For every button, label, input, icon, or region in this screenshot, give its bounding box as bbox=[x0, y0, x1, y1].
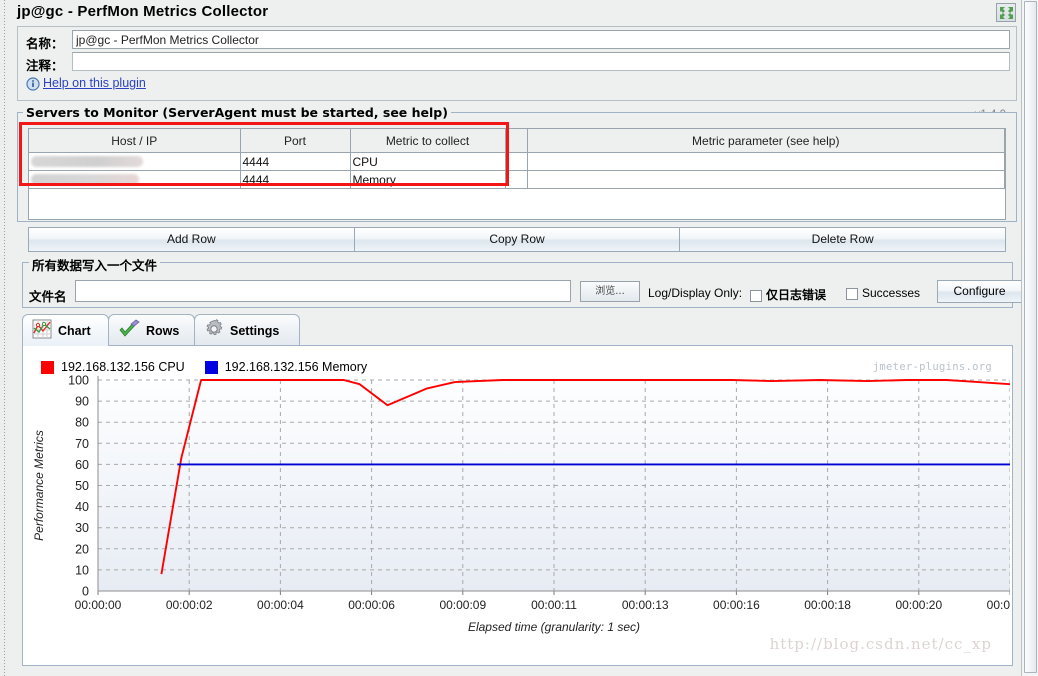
cell-spacer[interactable] bbox=[505, 152, 528, 171]
cell-host[interactable] bbox=[29, 170, 241, 189]
svg-text:60: 60 bbox=[75, 458, 89, 472]
svg-text:00:00:23: 00:00:23 bbox=[987, 598, 1010, 612]
svg-text:30: 30 bbox=[75, 521, 89, 535]
row-buttons: Add Row Copy Row Delete Row bbox=[28, 227, 1007, 252]
name-label: 名称： bbox=[26, 36, 64, 51]
page-title: jp@gc - PerfMon Metrics Collector bbox=[17, 3, 269, 20]
add-row-button[interactable]: Add Row bbox=[28, 227, 355, 252]
perfmon-panel: jp@gc - PerfMon Metrics Collector 名称： 注释… bbox=[9, 0, 1022, 676]
svg-text:00:00:18: 00:00:18 bbox=[804, 598, 851, 612]
svg-text:00:00:02: 00:00:02 bbox=[166, 598, 213, 612]
log-display-only-label: Log/Display Only: bbox=[648, 286, 743, 300]
chart-icon bbox=[32, 319, 52, 342]
servers-group-title: Servers to Monitor (ServerAgent must be … bbox=[23, 105, 451, 120]
comment-label: 注释： bbox=[26, 58, 64, 73]
table-row[interactable]: 4444 CPU bbox=[29, 152, 1005, 171]
svg-text:20: 20 bbox=[75, 542, 89, 556]
errors-checkbox-label: 仅日志错误 bbox=[766, 288, 827, 302]
column-header-port[interactable]: Port bbox=[240, 129, 351, 153]
filename-input[interactable] bbox=[75, 280, 571, 302]
errors-checkbox[interactable]: 仅日志错误 bbox=[750, 286, 826, 303]
svg-text:00:00:04: 00:00:04 bbox=[257, 598, 304, 612]
info-icon bbox=[26, 77, 40, 91]
vertical-scrollbar[interactable] bbox=[1021, 0, 1038, 676]
tab-rows[interactable]: Rows bbox=[108, 314, 195, 346]
name-row: 名称： bbox=[22, 30, 1012, 51]
cell-spacer[interactable] bbox=[505, 170, 528, 189]
browse-button[interactable]: 浏览... bbox=[580, 281, 640, 302]
tab-settings-label: Settings bbox=[230, 323, 280, 338]
successes-checkbox[interactable]: Successes bbox=[846, 286, 920, 301]
cell-host[interactable] bbox=[29, 152, 241, 171]
perfmon-window: jp@gc - PerfMon Metrics Collector 名称： 注释… bbox=[0, 0, 1038, 676]
copy-row-button[interactable]: Copy Row bbox=[353, 227, 681, 252]
svg-text:00:00:13: 00:00:13 bbox=[622, 598, 669, 612]
tab-chart-label: Chart bbox=[58, 323, 91, 338]
tab-settings[interactable]: Settings bbox=[194, 314, 300, 346]
svg-text:Performance Metrics: Performance Metrics bbox=[32, 430, 46, 541]
comment-input[interactable] bbox=[72, 52, 1010, 71]
chart-area: 192.168.132.156 CPU 192.168.132.156 Memo… bbox=[25, 348, 1010, 663]
cell-parameter[interactable] bbox=[527, 152, 1005, 171]
configure-button[interactable]: Configure bbox=[937, 280, 1022, 303]
tab-chart[interactable]: Chart bbox=[22, 314, 109, 346]
svg-text:10: 10 bbox=[75, 563, 89, 577]
column-header-parameter[interactable]: Metric parameter (see help) bbox=[527, 129, 1005, 153]
cell-metric[interactable]: CPU bbox=[350, 152, 506, 171]
svg-text:50: 50 bbox=[75, 479, 89, 493]
successes-checkbox-label: Successes bbox=[862, 286, 921, 300]
cell-metric[interactable]: Memory bbox=[350, 170, 506, 189]
svg-text:80: 80 bbox=[75, 416, 89, 430]
column-header-spacer[interactable] bbox=[505, 129, 528, 153]
column-header-host[interactable]: Host / IP bbox=[29, 129, 241, 153]
tab-rows-label: Rows bbox=[146, 323, 180, 338]
svg-text:90: 90 bbox=[75, 395, 89, 409]
svg-text:00:00:09: 00:00:09 bbox=[439, 598, 486, 612]
svg-text:00:00:11: 00:00:11 bbox=[531, 598, 577, 612]
checkmark-icon bbox=[118, 319, 140, 342]
split-pane-divider[interactable] bbox=[0, 0, 9, 676]
delete-row-button[interactable]: Delete Row bbox=[679, 227, 1007, 252]
checkbox-box-successes[interactable] bbox=[846, 288, 858, 300]
svg-text:100: 100 bbox=[68, 374, 89, 388]
chart-panel: 192.168.132.156 CPU 192.168.132.156 Memo… bbox=[22, 345, 1013, 666]
write-all-data-title: 所有数据写入一个文件 bbox=[29, 255, 161, 274]
cell-port[interactable]: 4444 bbox=[240, 152, 351, 171]
name-input[interactable] bbox=[72, 30, 1010, 49]
help-on-plugin-link[interactable]: Help on this plugin bbox=[43, 76, 146, 90]
help-row: Help on this plugin bbox=[26, 76, 146, 94]
table-header-row: Host / IP Port Metric to collect Metric … bbox=[29, 129, 1005, 153]
filename-label: 文件名 bbox=[29, 289, 67, 304]
name-comment-box: 名称： 注释： Help on this plugin v1.4.0 bbox=[17, 26, 1017, 121]
svg-text:40: 40 bbox=[75, 500, 89, 514]
watermark-text: http://blog.csdn.net/cc_xp bbox=[769, 635, 992, 653]
servers-table[interactable]: Host / IP Port Metric to collect Metric … bbox=[28, 128, 1006, 220]
checkbox-box-errors[interactable] bbox=[750, 290, 762, 302]
svg-text:0: 0 bbox=[82, 585, 89, 599]
svg-text:70: 70 bbox=[75, 437, 89, 451]
table-row[interactable]: 4444 Memory bbox=[29, 170, 1005, 189]
svg-text:00:00:20: 00:00:20 bbox=[895, 598, 942, 612]
cell-parameter[interactable] bbox=[527, 170, 1005, 189]
svg-text:00:00:06: 00:00:06 bbox=[348, 598, 395, 612]
svg-text:00:00:00: 00:00:00 bbox=[75, 598, 122, 612]
comment-row: 注释： bbox=[22, 52, 1012, 73]
chart-plot: 0 10 20 30 40 50 60 70 80 90 100 00:00:00 00:00:02 00… bbox=[32, 374, 1010, 634]
svg-text:00:00:16: 00:00:16 bbox=[713, 598, 760, 612]
column-header-metric[interactable]: Metric to collect bbox=[350, 129, 506, 153]
cell-port[interactable]: 4444 bbox=[240, 170, 351, 189]
expand-arrows-icon[interactable] bbox=[996, 3, 1016, 22]
gear-icon bbox=[204, 319, 224, 342]
svg-text:Elapsed time (granularity: 1 s: Elapsed time (granularity: 1 sec) bbox=[468, 620, 640, 634]
scrollbar-thumb[interactable] bbox=[1024, 1, 1037, 673]
